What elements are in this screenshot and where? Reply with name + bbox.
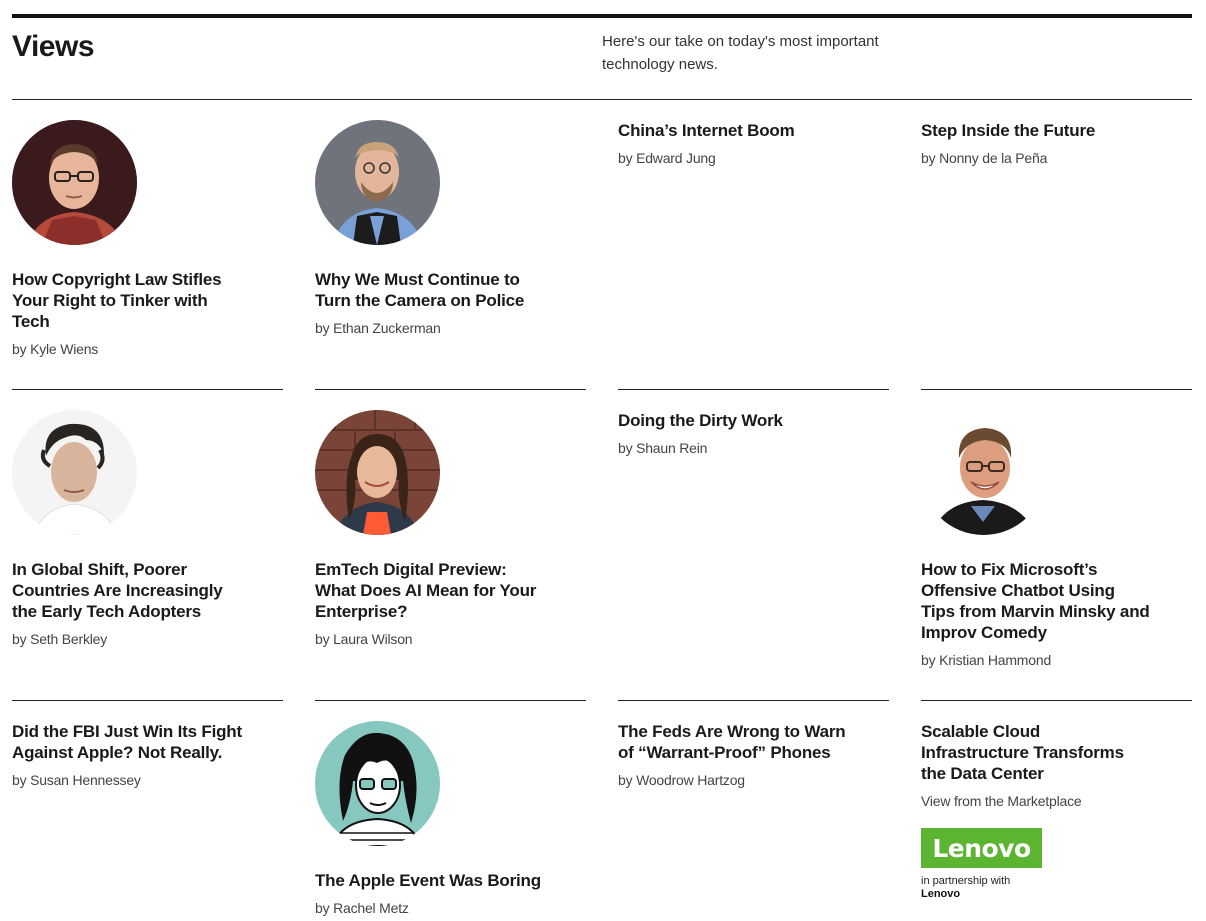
author-illustration-rachel-metz[interactable] bbox=[315, 721, 440, 846]
page-title: Views bbox=[12, 30, 95, 63]
article-headline[interactable]: Doing the Dirty Work bbox=[618, 410, 848, 431]
article-headline[interactable]: Did the FBI Just Win Its Fight Against A… bbox=[12, 721, 242, 763]
article-headline[interactable]: How Copyright Law Stifles Your Right to … bbox=[12, 269, 242, 332]
partner-name: Lenovo bbox=[921, 888, 961, 900]
article-card: Step Inside the Future by Nonny de la Pe… bbox=[921, 120, 1192, 167]
article-headline[interactable]: EmTech Digital Preview: What Does AI Mea… bbox=[315, 559, 545, 622]
article-card: Why We Must Continue to Turn the Camera … bbox=[315, 120, 586, 337]
section-intro: Here's our take on today's most importan… bbox=[602, 33, 879, 73]
sponsored-card: Scalable Cloud Infrastructure Transforms… bbox=[921, 700, 1192, 901]
author-photo-ethan-zuckerman[interactable] bbox=[315, 120, 440, 245]
author-photo-laura-wilson[interactable] bbox=[315, 410, 440, 535]
top-rule bbox=[12, 14, 1192, 18]
article-card: Doing the Dirty Work by Shaun Rein bbox=[618, 389, 889, 457]
article-byline: by Ethan Zuckerman bbox=[315, 320, 441, 336]
article-byline: by Edward Jung bbox=[618, 150, 716, 166]
article-byline: by Susan Hennessey bbox=[12, 772, 141, 788]
author-photo-kyle-wiens[interactable] bbox=[12, 120, 137, 245]
partnership-label: in partnership with bbox=[921, 875, 1011, 887]
article-byline: by Kyle Wiens bbox=[12, 341, 99, 357]
article-headline[interactable]: The Apple Event Was Boring bbox=[315, 870, 545, 891]
article-card: How to Fix Microsoft’s Offensive Chatbot… bbox=[921, 389, 1192, 669]
article-card: The Apple Event Was Boring by Rachel Met… bbox=[315, 700, 586, 917]
lenovo-logo[interactable]: Lenovo bbox=[921, 828, 1042, 868]
author-photo-seth-berkley[interactable] bbox=[12, 410, 137, 535]
article-headline[interactable]: Scalable Cloud Infrastructure Transforms… bbox=[921, 721, 1151, 784]
article-headline[interactable]: How to Fix Microsoft’s Offensive Chatbot… bbox=[921, 559, 1151, 643]
article-byline: View from the Marketplace bbox=[921, 793, 1082, 809]
article-card: How Copyright Law Stifles Your Right to … bbox=[12, 120, 283, 358]
article-headline[interactable]: China’s Internet Boom bbox=[618, 120, 848, 141]
lenovo-logo-text: Lenovo bbox=[932, 834, 1031, 863]
article-byline: by Rachel Metz bbox=[315, 900, 409, 916]
article-byline: by Seth Berkley bbox=[12, 631, 108, 647]
article-byline: by Laura Wilson bbox=[315, 631, 413, 647]
article-headline[interactable]: Step Inside the Future bbox=[921, 120, 1151, 141]
article-card: Did the FBI Just Win Its Fight Against A… bbox=[12, 700, 283, 789]
article-card: China’s Internet Boom by Edward Jung bbox=[618, 120, 889, 167]
article-card: The Feds Are Wrong to Warn of “Warrant-P… bbox=[618, 700, 889, 789]
article-byline: by Woodrow Hartzog bbox=[618, 772, 745, 788]
article-card: In Global Shift, Poorer Countries Are In… bbox=[12, 389, 283, 648]
author-photo-kristian-hammond[interactable] bbox=[921, 410, 1046, 535]
article-headline[interactable]: In Global Shift, Poorer Countries Are In… bbox=[12, 559, 242, 622]
header-divider bbox=[12, 99, 1192, 100]
article-byline: by Shaun Rein bbox=[618, 440, 708, 456]
article-headline[interactable]: Why We Must Continue to Turn the Camera … bbox=[315, 269, 545, 311]
article-byline: by Nonny de la Peña bbox=[921, 150, 1048, 166]
article-card: EmTech Digital Preview: What Does AI Mea… bbox=[315, 389, 586, 648]
article-byline: by Kristian Hammond bbox=[921, 652, 1052, 668]
article-headline[interactable]: The Feds Are Wrong to Warn of “Warrant-P… bbox=[618, 721, 848, 763]
